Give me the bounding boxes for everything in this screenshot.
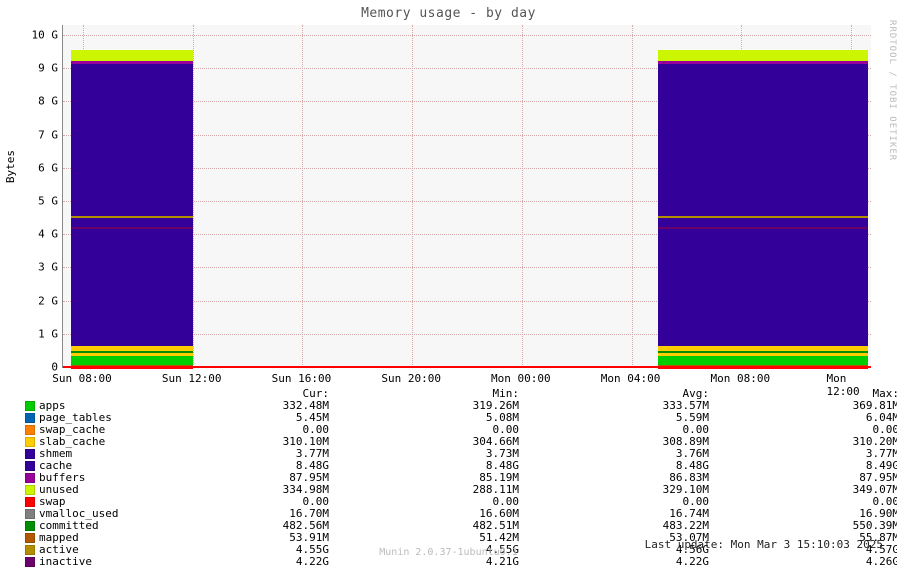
- legend-row: apps332.48M319.26M333.57M369.81M: [25, 400, 897, 412]
- legend-row: vmalloc_used16.70M16.60M16.74M16.90M: [25, 508, 897, 520]
- chart-plot-area: [62, 25, 871, 368]
- x-tick: Mon 12:00: [827, 372, 874, 398]
- legend-header: Cur:Min:Avg:Max:: [25, 388, 897, 400]
- chart-title: Memory usage - by day: [0, 6, 897, 21]
- legend-row: shmem3.77M3.73M3.76M3.77M: [25, 448, 897, 460]
- legend-row: slab_cache310.10M304.66M308.89M310.20M: [25, 436, 897, 448]
- y-tick: 5 G: [30, 194, 58, 207]
- legend-row: cache8.48G8.48G8.48G8.49G: [25, 460, 897, 472]
- legend-row: buffers87.95M85.19M86.83M87.95M: [25, 472, 897, 484]
- y-tick: 2 G: [30, 294, 58, 307]
- y-tick: 9 G: [30, 62, 58, 75]
- legend-row: committed482.56M482.51M483.22M550.39M: [25, 520, 897, 532]
- y-tick: 8 G: [30, 95, 58, 108]
- x-tick: Sun 16:00: [272, 372, 332, 385]
- legend-row: unused334.98M288.11M329.10M349.07M: [25, 484, 897, 496]
- x-tick: Mon 08:00: [710, 372, 770, 385]
- x-tick: Sun 20:00: [381, 372, 441, 385]
- legend-row: swap_cache0.000.000.000.00: [25, 424, 897, 436]
- legend-row: page_tables5.45M5.08M5.59M6.04M: [25, 412, 897, 424]
- y-tick: 6 G: [30, 161, 58, 174]
- legend-row: swap0.000.000.000.00: [25, 496, 897, 508]
- footer-version: Munin 2.0.37-1ubuntu0.1: [0, 547, 897, 558]
- x-tick: Sun 12:00: [162, 372, 222, 385]
- y-tick: 7 G: [30, 128, 58, 141]
- x-tick: Mon 00:00: [491, 372, 551, 385]
- y-tick: 1 G: [30, 327, 58, 340]
- rrdtool-credit: RRDTOOL / TOBI OETIKER: [885, 20, 897, 161]
- x-tick: Sun 08:00: [52, 372, 112, 385]
- x-tick: Mon 04:00: [601, 372, 661, 385]
- y-tick: 10 G: [30, 28, 58, 41]
- y-axis-label: Bytes: [4, 150, 17, 183]
- y-tick: 3 G: [30, 261, 58, 274]
- y-tick: 4 G: [30, 228, 58, 241]
